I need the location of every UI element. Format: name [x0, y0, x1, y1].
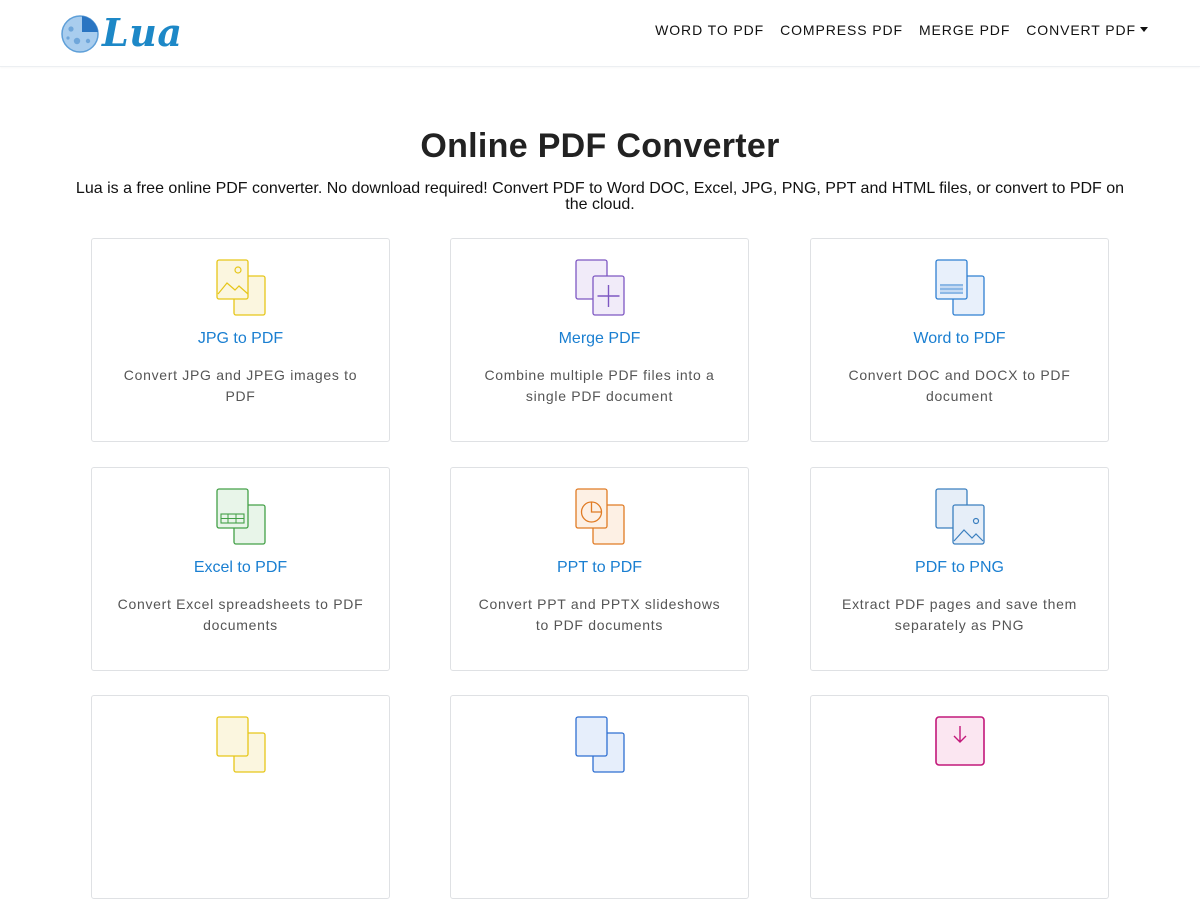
tool-card-image[interactable] — [91, 695, 390, 899]
ppt-file-icon — [575, 488, 625, 545]
image-file-icon — [216, 716, 266, 773]
tool-description: Convert Excel spreadsheets to PDF docume… — [117, 596, 364, 633]
tool-description: Convert PPT and PPTX slideshows to PDF d… — [478, 596, 721, 633]
file-icon — [575, 716, 625, 773]
nav-convert-pdf-label: CONVERT PDF — [1026, 22, 1136, 38]
tool-description: Convert DOC and DOCX to PDF document — [848, 367, 1071, 404]
tool-title: PPT to PDF — [556, 559, 643, 576]
tool-title: Word to PDF — [913, 330, 1006, 347]
tool-description: Combine multiple PDF files into a single… — [484, 367, 715, 404]
image-file-icon — [216, 259, 266, 316]
tool-card-excel-to-pdf[interactable]: Excel to PDF Convert Excel spreadsheets … — [91, 467, 390, 671]
tool-card-ppt-to-pdf[interactable]: PPT to PDF Convert PPT and PPTX slidesho… — [450, 467, 749, 671]
tool-title: Excel to PDF — [193, 559, 288, 576]
merge-files-icon — [575, 259, 625, 316]
tool-title: PDF to PNG — [915, 559, 1004, 576]
png-file-icon — [935, 488, 985, 545]
nav-word-to-pdf[interactable]: WORD TO PDF — [655, 22, 764, 38]
page-subtitle: Lua is a free online PDF converter. No d… — [75, 180, 1125, 213]
moon-icon — [61, 15, 99, 53]
nav-convert-pdf-dropdown[interactable]: CONVERT PDF — [1026, 22, 1148, 38]
tool-title: Merge PDF — [558, 330, 641, 347]
word-file-icon — [935, 259, 985, 316]
tool-title: JPG to PDF — [197, 330, 284, 347]
tool-card-word-to-pdf[interactable]: Word to PDF Convert DOC and DOCX to PDF … — [810, 238, 1109, 442]
caret-down-icon — [1140, 26, 1148, 32]
tool-card-pdf-to-png[interactable]: PDF to PNG Extract PDF pages and save th… — [810, 467, 1109, 671]
top-navbar: Lua WORD TO PDF COMPRESS PDF MERGE PDF C… — [0, 0, 1200, 67]
brand-name: Lua — [102, 10, 183, 55]
page-title: Online PDF Converter — [420, 127, 780, 165]
excel-file-icon — [216, 488, 266, 545]
tool-card-document[interactable] — [450, 695, 749, 899]
tool-description: Extract PDF pages and save them separate… — [842, 596, 1077, 633]
tool-card-merge-pdf[interactable]: Merge PDF Combine multiple PDF files int… — [450, 238, 749, 442]
nav-compress-pdf[interactable]: COMPRESS PDF — [780, 22, 903, 38]
main-nav: WORD TO PDF COMPRESS PDF MERGE PDF CONVE… — [655, 22, 1148, 38]
nav-merge-pdf[interactable]: MERGE PDF — [919, 22, 1010, 38]
tool-card-download[interactable] — [810, 695, 1109, 899]
brand-logo-link[interactable]: Lua — [60, 12, 182, 54]
tool-card-jpg-to-pdf[interactable]: JPG to PDF Convert JPG and JPEG images t… — [91, 238, 390, 442]
download-file-icon — [935, 716, 985, 766]
tool-description: Convert JPG and JPEG images to PDF — [123, 367, 358, 404]
